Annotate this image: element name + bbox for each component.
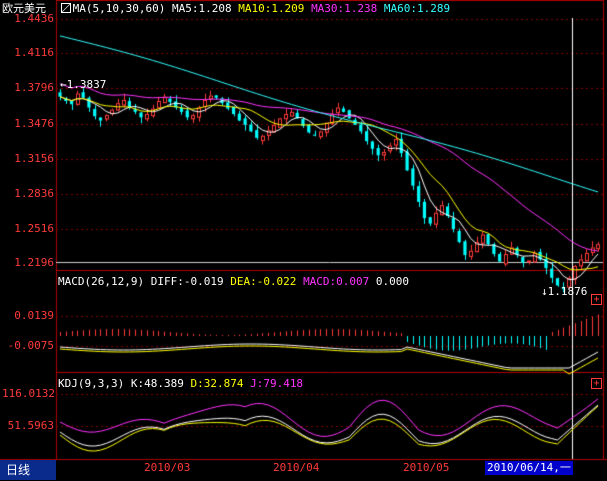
price-axis-label: 1.3796 <box>14 81 54 94</box>
kdj-axis-label: 51.5963 <box>7 419 54 432</box>
price-axis-label: 1.2516 <box>14 222 54 235</box>
high-price-value: 1.3837 <box>66 78 107 91</box>
macd-header: MACD(26,12,9) DIFF:-0.019 DEA:-0.022 MAC… <box>58 275 409 288</box>
macd-dea-value: DEA:-0.022 <box>230 275 297 288</box>
macd-diff-value: DIFF:-0.019 <box>150 275 224 288</box>
price-axis-label: 1.3476 <box>14 117 54 130</box>
price-axis-label: 1.2196 <box>14 256 54 269</box>
date-axis-label: 2010/04 <box>273 461 320 474</box>
ma60-value: MA60:1.289 <box>383 2 451 15</box>
kdj-axis-label: 116.0132 <box>2 387 55 400</box>
date-axis-label: 2010/03 <box>144 461 191 474</box>
kdj-header: KDJ(9,3,3) K:48.389 D:32.874 J:79.418 <box>58 377 303 390</box>
cursor-date-label: 2010/06/14,一 <box>485 461 573 475</box>
ma30-value: MA30:1.238 <box>311 2 378 15</box>
low-price-value: 1.1876 <box>547 285 588 298</box>
ma10-value: MA10:1.209 <box>238 2 305 15</box>
kdj-k-value: K:48.389 <box>130 377 184 390</box>
macd-zero-value: 0.000 <box>375 275 410 288</box>
price-axis-label: 1.2836 <box>14 187 54 200</box>
ma-settings-icon[interactable] <box>60 3 71 13</box>
kdj-label: KDJ(9,3,3) <box>58 377 125 390</box>
ma5-value: MA5:1.208 <box>171 2 232 15</box>
kdj-expand-button[interactable]: + <box>591 378 602 389</box>
price-axis-label: 1.4436 <box>14 12 54 25</box>
ma-label: MA(5,10,30,60) <box>72 2 166 15</box>
macd-axis-label: -0.0075 <box>7 339 54 352</box>
price-chart-canvas[interactable] <box>0 0 607 481</box>
kdj-j-value: J:79.418 <box>250 377 304 390</box>
macd-axis-label: 0.0139 <box>14 309 54 322</box>
macd-expand-button[interactable]: + <box>591 294 602 305</box>
main-header: 欧元美元 MA(5,10,30,60) MA5:1.208 MA10:1.209… <box>2 2 450 15</box>
date-axis-label: 2010/05 <box>403 461 450 474</box>
high-price-marker: ←1.3837 <box>60 78 107 91</box>
period-tab[interactable]: 日线 <box>0 460 56 480</box>
macd-hist-value: MACD:0.007 <box>303 275 370 288</box>
kdj-d-value: D:32.874 <box>190 377 244 390</box>
price-axis-label: 1.4116 <box>14 46 54 59</box>
macd-label: MACD(26,12,9) <box>58 275 145 288</box>
low-price-marker: ↓1.1876 <box>541 285 588 298</box>
price-axis-label: 1.3156 <box>14 152 54 165</box>
